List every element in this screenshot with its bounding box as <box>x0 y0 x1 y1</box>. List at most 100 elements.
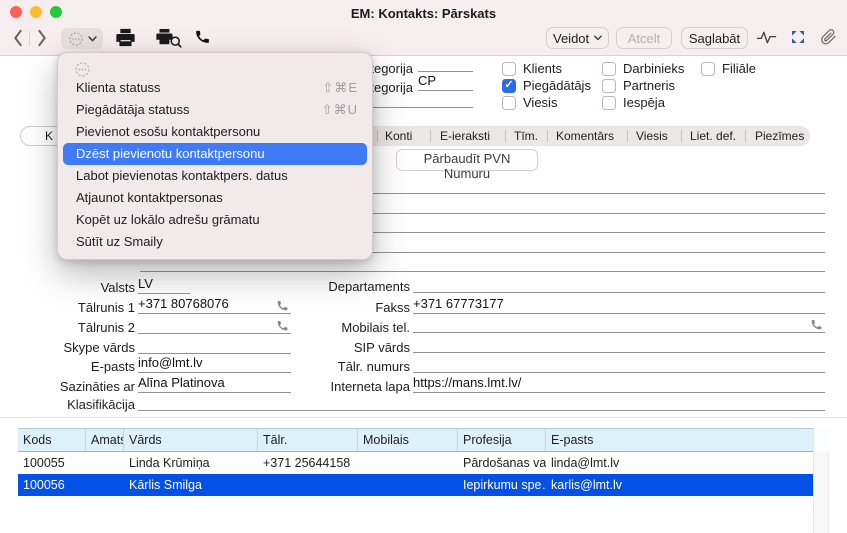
forward-button[interactable] <box>36 29 48 52</box>
address-field-line[interactable] <box>372 232 825 233</box>
menu-item-sutit-uz-smaily[interactable]: Sūtīt uz Smaily <box>63 231 367 253</box>
checkbox-iespeja[interactable]: Iespēja <box>602 95 665 110</box>
column-header-mobilais[interactable]: Mobilais <box>358 429 458 451</box>
column-header-kods[interactable]: Kods <box>18 429 86 451</box>
skype-field[interactable] <box>138 336 291 354</box>
column-header-profesija[interactable]: Profesija <box>458 429 546 451</box>
tab-e-ieraksti[interactable]: E-ieraksti <box>440 129 490 143</box>
tab-tim[interactable]: Tīm. <box>514 129 538 143</box>
talrunis2-field[interactable] <box>138 316 291 334</box>
tab-separator <box>547 130 548 142</box>
menu-item-pievienot-kontaktpersonu[interactable]: Pievienot esošu kontaktpersonu <box>63 121 367 143</box>
valsts-field[interactable]: LV <box>138 276 190 294</box>
category-2-field[interactable]: CP <box>418 73 473 91</box>
sazinaties-field[interactable]: Alīna Platinova <box>138 375 291 393</box>
talrunis1-field[interactable]: +371 80768076 <box>138 296 291 314</box>
menu-item-label: Dzēst pievienotu kontaktpersonu <box>76 143 265 165</box>
expand-arrows-icon[interactable] <box>790 29 806 50</box>
create-button[interactable]: Veidot <box>546 27 609 49</box>
tab-viesis[interactable]: Viesis <box>636 129 668 143</box>
tab-separator <box>505 130 506 142</box>
klasifikacija-label: Klasifikācija <box>0 397 135 412</box>
cell-mobilais <box>358 452 458 474</box>
valsts-label: Valsts <box>0 280 135 295</box>
sazinaties-label: Sazināties ar <box>0 379 135 394</box>
menu-item-label: Atjaunot kontaktpersonas <box>76 187 223 209</box>
save-button-label: Saglabāt <box>689 31 740 46</box>
tab-liet-def[interactable]: Liet. def. <box>690 129 736 143</box>
phone-dial-icon[interactable] <box>276 299 289 317</box>
checkbox-klients[interactable]: Klients <box>502 61 562 76</box>
checkbox-viesis[interactable]: Viesis <box>502 95 557 110</box>
tab-piezimes[interactable]: Piezīmes <box>755 129 804 143</box>
print-button[interactable] <box>115 28 136 52</box>
category-1-field[interactable] <box>418 54 473 72</box>
interneta-lapa-field[interactable]: https://mans.lmt.lv/ <box>413 375 825 393</box>
klasifikacija-field[interactable] <box>138 393 825 411</box>
menu-item-piegadataja-statuss[interactable]: Piegādātāja statuss ⇧⌘U <box>63 99 367 121</box>
table-scrollbar[interactable] <box>813 452 829 533</box>
column-header-vards[interactable]: Vārds <box>124 429 258 451</box>
cell-amats <box>86 452 124 474</box>
cell-vards: Kārlis Smilga <box>124 474 258 496</box>
menu-item-klienta-statuss[interactable]: Klienta statuss ⇧⌘E <box>63 77 367 99</box>
phone-button[interactable] <box>194 28 211 50</box>
phone-dial-icon[interactable] <box>810 318 823 336</box>
departaments-field[interactable] <box>413 275 825 293</box>
table-row[interactable]: 100055 Linda Krūmiņa +371 25644158 Pārdo… <box>18 452 813 474</box>
sip-field[interactable] <box>413 335 825 353</box>
cell-talr <box>258 474 358 496</box>
cell-epasts: linda@lmt.lv <box>546 452 813 474</box>
checkbox-label: Iespēja <box>623 95 665 110</box>
circle-ellipsis-icon <box>68 31 84 47</box>
scrollbar-corner <box>813 428 829 452</box>
checkbox-box <box>701 62 715 76</box>
checkbox-darbinieks[interactable]: Darbinieks <box>602 61 684 76</box>
menu-item-shortcut: ⇧⌘U <box>322 99 358 121</box>
column-header-amats[interactable]: Amats <box>86 429 124 451</box>
cell-kods: 100056 <box>18 474 86 496</box>
fakss-field[interactable]: +371 67773177 <box>413 296 825 314</box>
mobilais-label: Mobilais tel. <box>300 320 410 335</box>
address-field-line[interactable] <box>372 213 825 214</box>
checkbox-partneris[interactable]: Partneris <box>602 78 675 93</box>
checkbox-filiale[interactable]: Filiāle <box>701 61 756 76</box>
talr-numurs-field[interactable] <box>413 355 825 373</box>
operations-menu-button[interactable] <box>61 28 103 49</box>
menu-item-kopet-adresu-gramatu[interactable]: Kopēt uz lokālo adrešu grāmatu <box>63 209 367 231</box>
address-field-line[interactable] <box>140 271 825 272</box>
checkbox-label: Viesis <box>523 95 557 110</box>
activity-pulse-icon[interactable] <box>756 30 777 50</box>
menu-item-dzest-kontaktpersonu[interactable]: Dzēst pievienotu kontaktpersonu <box>63 143 367 165</box>
tab-konti[interactable]: Konti <box>385 129 412 143</box>
paperclip-icon[interactable] <box>819 28 837 51</box>
menu-item-atjaunot-kontaktpersonas[interactable]: Atjaunot kontaktpersonas <box>63 187 367 209</box>
print-preview-button[interactable] <box>155 28 182 53</box>
checkbox-box <box>602 62 616 76</box>
table-row-selected[interactable]: 100056 Kārlis Smilga Iepirkumu spe… karl… <box>18 474 813 496</box>
cell-kods: 100055 <box>18 452 86 474</box>
cell-talr: +371 25644158 <box>258 452 358 474</box>
menu-item-labot-kontaktpers-datus[interactable]: Labot pievienotas kontaktpers. datus <box>63 165 367 187</box>
check-vat-number-button[interactable]: Pārbaudīt PVN Numuru <box>396 149 538 171</box>
column-header-talr[interactable]: Tālr. <box>258 429 358 451</box>
category-3-field[interactable] <box>372 107 473 108</box>
tab-separator <box>377 130 378 142</box>
create-button-label: Veidot <box>553 31 589 46</box>
tab-separator <box>627 130 628 142</box>
column-header-epasts[interactable]: E-pasts <box>546 429 813 451</box>
save-button[interactable]: Saglabāt <box>681 27 748 49</box>
address-field-line[interactable] <box>372 193 825 194</box>
epasts-field[interactable]: info@lmt.lv <box>138 355 291 373</box>
phone-dial-icon[interactable] <box>276 319 289 337</box>
menu-item-label: Klienta statuss <box>76 77 161 99</box>
cell-mobilais <box>358 474 458 496</box>
back-button[interactable] <box>12 29 24 52</box>
cancel-button[interactable]: Atcelt <box>616 27 672 49</box>
address-field-line[interactable] <box>372 252 825 253</box>
departaments-label: Departaments <box>300 279 410 294</box>
checkbox-label: Filiāle <box>722 61 756 76</box>
checkbox-piegadatajs[interactable]: ✓ Piegādātājs <box>502 78 591 93</box>
mobilais-field[interactable] <box>413 315 825 333</box>
tab-komentars[interactable]: Komentārs <box>556 129 614 143</box>
